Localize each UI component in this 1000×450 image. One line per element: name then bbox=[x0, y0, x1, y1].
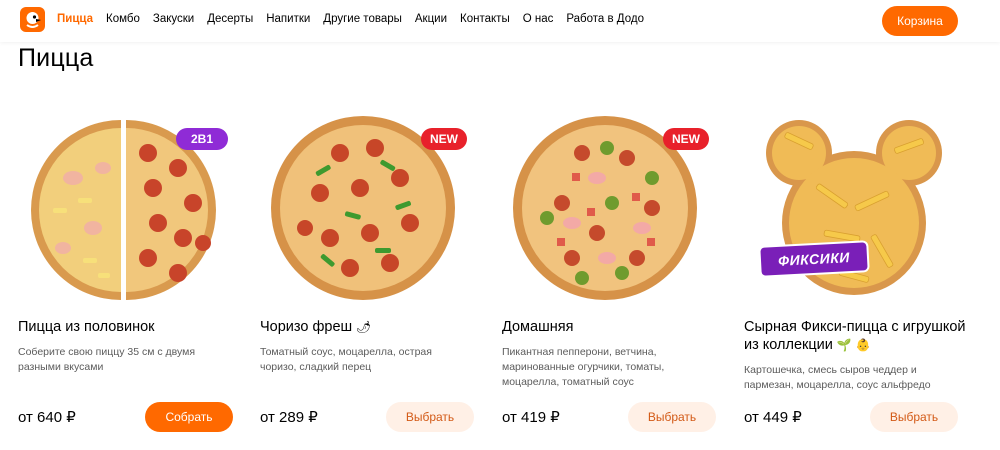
product-title: Сырная Фикси-пицца с игрушкой из коллекц… bbox=[744, 318, 969, 354]
product-price: от 419 ₽ bbox=[502, 409, 560, 426]
product-description: Томатный соус, моцарелла, острая чоризо,… bbox=[260, 346, 432, 373]
baby-icon: 👶 bbox=[855, 338, 871, 352]
product-title: Домашняя bbox=[502, 319, 574, 335]
product-price: от 449 ₽ bbox=[744, 409, 802, 426]
product-card: NEW Домашняя Пикантная пепперони, ветчин… bbox=[502, 108, 732, 448]
nav-item-contacts[interactable]: Контакты bbox=[460, 13, 510, 25]
new-badge: NEW bbox=[421, 128, 467, 150]
nav-item-careers[interactable]: Работа в Додо bbox=[566, 13, 644, 25]
product-card: NEW Чоризо фреш 🌶 Томатный соус, моцарелл… bbox=[260, 108, 490, 448]
choose-button[interactable]: Выбрать bbox=[870, 402, 958, 432]
product-title: Пицца из половинок bbox=[18, 319, 155, 335]
product-description: Соберите свою пиццу 35 см с двумя разным… bbox=[18, 346, 196, 373]
top-navigation-bar: Пицца Комбо Закуски Десерты Напитки Друг… bbox=[0, 0, 1000, 42]
choose-button[interactable]: Выбрать bbox=[386, 402, 474, 432]
choose-button[interactable]: Выбрать bbox=[628, 402, 716, 432]
build-pizza-button[interactable]: Собрать bbox=[145, 402, 233, 432]
main-nav: Пицца Комбо Закуски Десерты Напитки Друг… bbox=[57, 13, 657, 25]
product-description: Картошечка, смесь сыров чеддер и пармеза… bbox=[744, 364, 931, 391]
product-title-text: Сырная Фикси-пицца с игрушкой из коллекц… bbox=[744, 319, 966, 353]
product-title-text: Чоризо фреш bbox=[260, 319, 353, 335]
chili-pepper-icon: 🌶 bbox=[356, 320, 372, 334]
product-title: Чоризо фреш 🌶 bbox=[260, 318, 485, 336]
cart-button[interactable]: Корзина bbox=[882, 6, 958, 36]
new-badge: NEW bbox=[663, 128, 709, 150]
plant-icon: 🌱 bbox=[836, 338, 852, 352]
product-card: ФИКСИКИ Сырная Фикси-пицца с игрушкой из… bbox=[744, 108, 974, 448]
promo-badge: 2В1 bbox=[176, 128, 228, 150]
product-price: от 640 ₽ bbox=[18, 409, 76, 426]
nav-item-about[interactable]: О нас bbox=[523, 13, 554, 25]
nav-item-desserts[interactable]: Десерты bbox=[207, 13, 253, 25]
dodo-logo-icon[interactable] bbox=[20, 7, 45, 32]
product-description: Пикантная пепперони, ветчина, маринованн… bbox=[502, 346, 665, 388]
nav-item-snacks[interactable]: Закуски bbox=[153, 13, 194, 25]
nav-item-combo[interactable]: Комбо bbox=[106, 13, 140, 25]
fixiki-logo: ФИКСИКИ bbox=[758, 240, 870, 278]
fixiki-logo-text: ФИКСИКИ bbox=[777, 249, 851, 269]
nav-item-other-goods[interactable]: Другие товары bbox=[323, 13, 402, 25]
pizza-image[interactable] bbox=[744, 108, 974, 308]
product-card: 2В1 Пицца из половинок Соберите свою пиц… bbox=[18, 108, 248, 448]
product-price: от 289 ₽ bbox=[260, 409, 318, 426]
nav-item-promotions[interactable]: Акции bbox=[415, 13, 447, 25]
nav-item-pizza[interactable]: Пицца bbox=[57, 13, 93, 25]
page-title: Пицца bbox=[18, 44, 94, 72]
nav-item-drinks[interactable]: Напитки bbox=[266, 13, 310, 25]
